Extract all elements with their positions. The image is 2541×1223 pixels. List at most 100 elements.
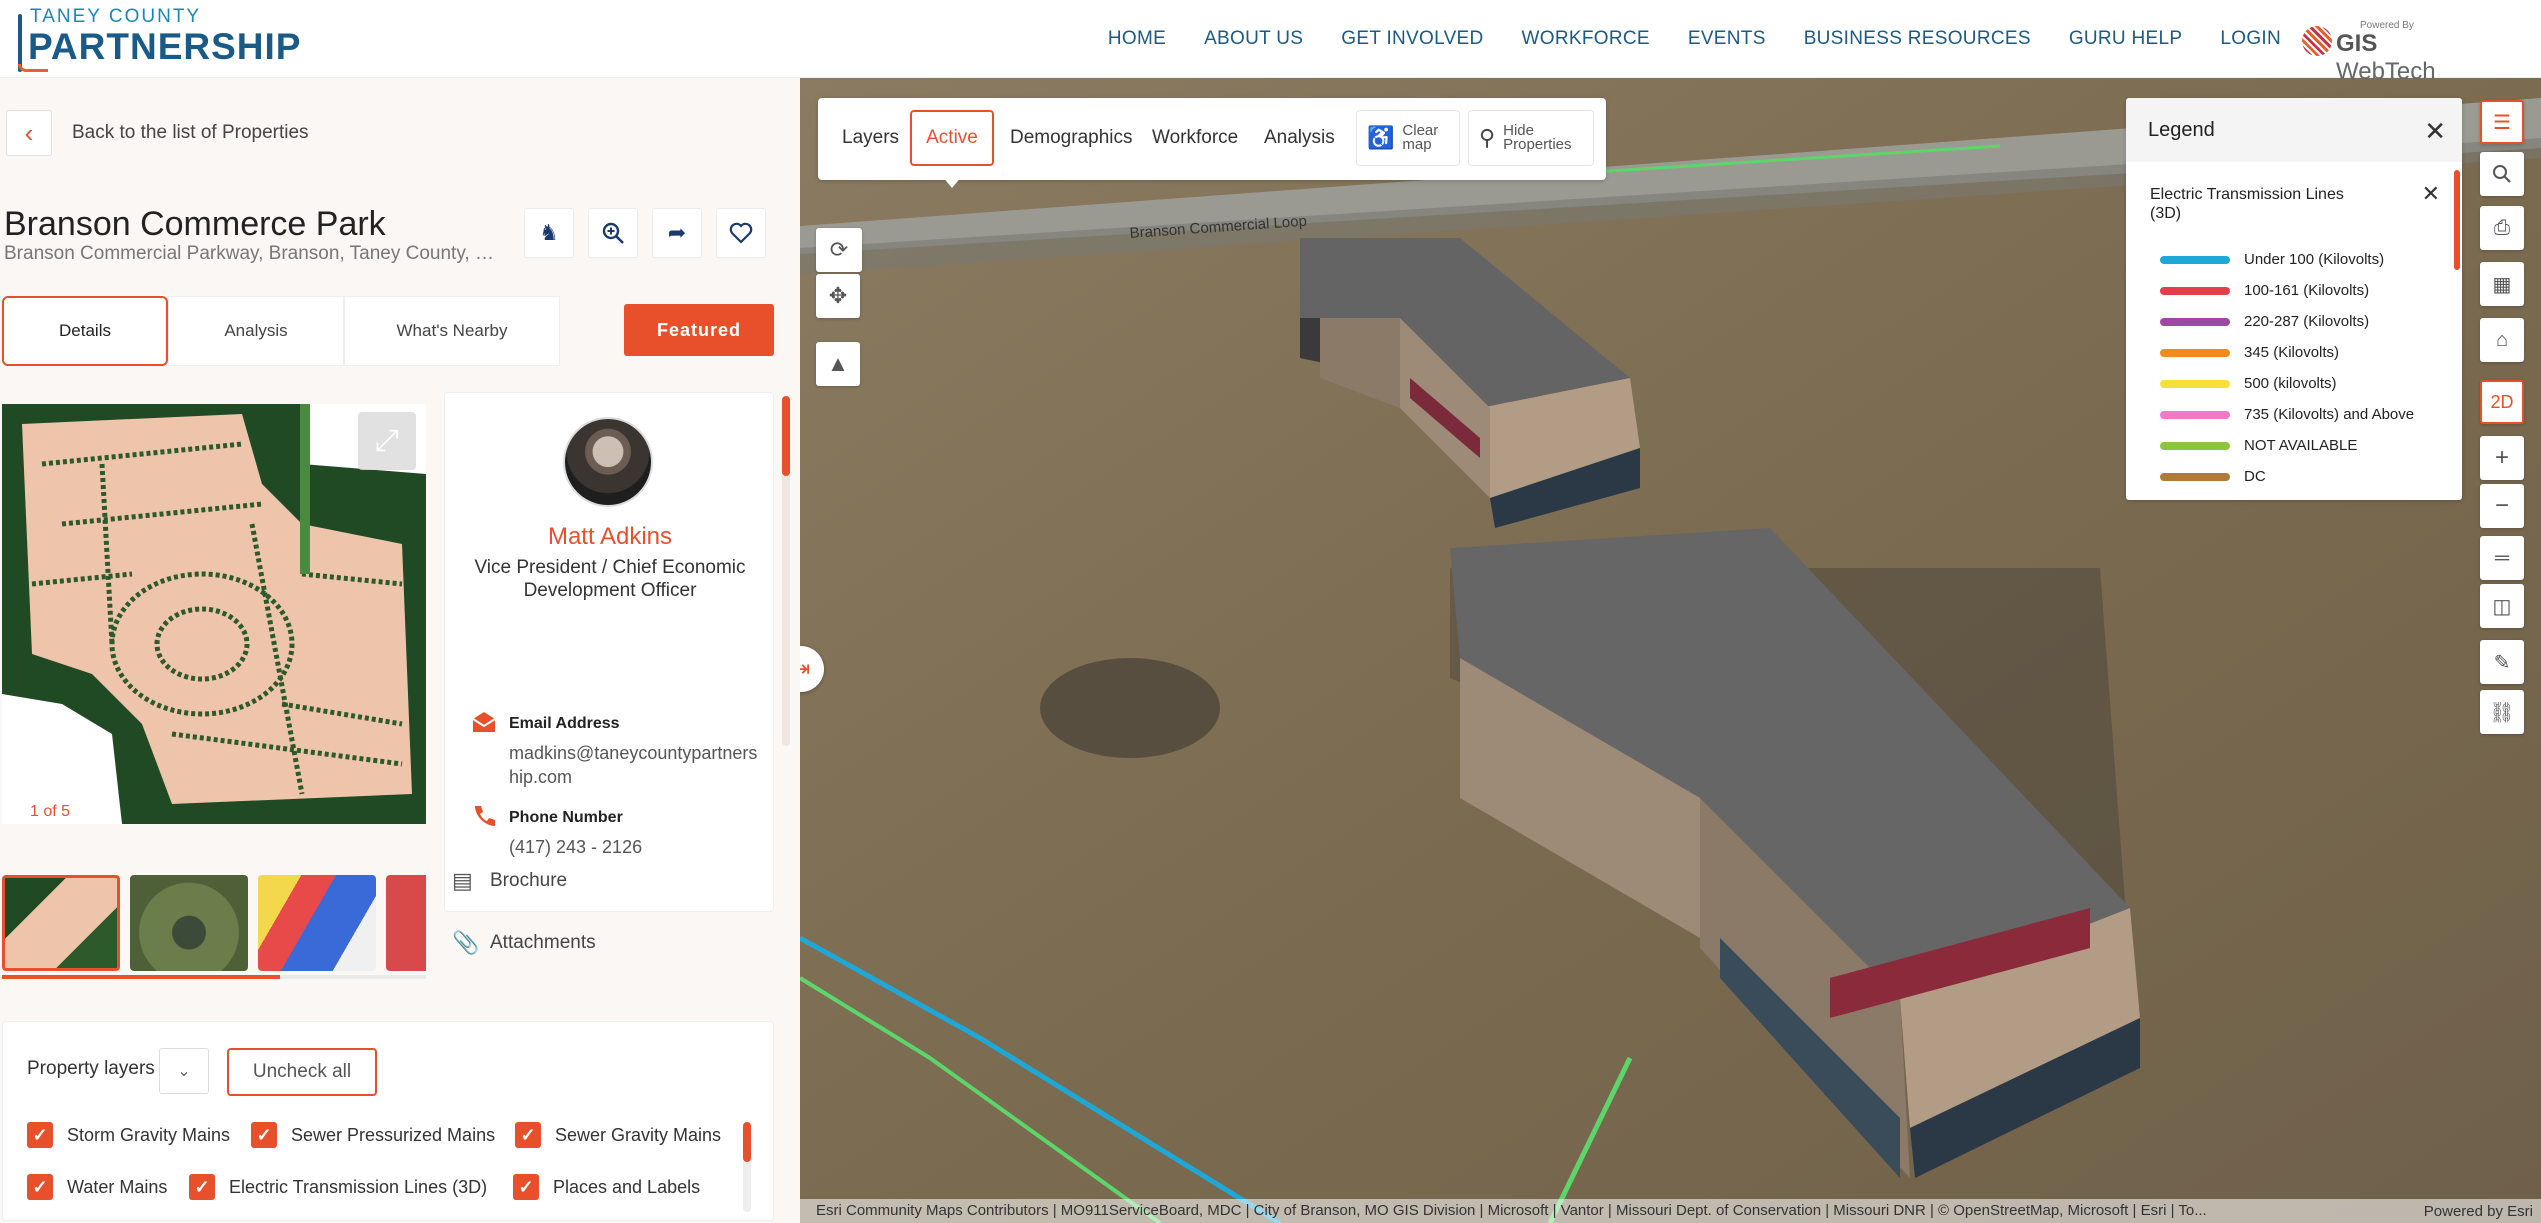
legend-swatch: [2160, 410, 2230, 419]
map-view[interactable]: Branson Commercial Loop Layers Active De…: [800, 78, 2541, 1223]
nav-business-resources[interactable]: BUSINESS RESOURCES: [1804, 28, 2031, 50]
nav-guru-help[interactable]: GURU HELP: [2069, 28, 2183, 50]
nav-get-involved[interactable]: GET INVOLVED: [1341, 28, 1483, 50]
map-tab-workforce[interactable]: Workforce: [1152, 110, 1238, 166]
legend-item: 735 (Kilovolts) and Above: [2160, 406, 2414, 423]
property-address: Branson Commercial Parkway, Branson, Tan…: [4, 243, 504, 264]
contact-scrollbar[interactable]: [782, 396, 790, 746]
legend-panel: Legend ✕ Electric Transmission Lines (3D…: [2126, 98, 2462, 500]
ruler-icon: ═: [2494, 546, 2510, 569]
hide-properties-button[interactable]: ⚲ Hide Properties: [1468, 110, 1594, 166]
arrows-horizontal-icon: ⇥: [800, 656, 811, 681]
paperclip-icon: 📎: [452, 930, 480, 955]
compass-tool[interactable]: ▲: [816, 342, 860, 386]
checkmark-icon: ✓: [189, 1174, 215, 1200]
map-pin-icon: ⚲: [1479, 125, 1496, 150]
map-tab-layers[interactable]: Layers: [842, 110, 899, 166]
nav-about-us[interactable]: ABOUT US: [1204, 28, 1303, 50]
legend-swatch: [2160, 472, 2230, 481]
thumbnail-4[interactable]: [386, 875, 426, 971]
home-button[interactable]: ⌂: [2480, 318, 2524, 362]
property-layers-label: Property layers: [27, 1058, 155, 1079]
pegman-icon: ♞: [539, 220, 559, 245]
brochure-link[interactable]: ▤ Brochure: [452, 868, 567, 894]
avatar: [563, 417, 653, 507]
map-attribution: Esri Community Maps Contributors | MO911…: [800, 1199, 2541, 1223]
directions-button[interactable]: ⛓: [2480, 690, 2524, 734]
attachments-link[interactable]: 📎 Attachments: [452, 930, 596, 956]
map-tab-analysis[interactable]: Analysis: [1264, 110, 1335, 166]
contact-name: Matt Adkins: [547, 523, 673, 550]
nav-home[interactable]: HOME: [1108, 28, 1166, 50]
basemap-button[interactable]: ◫: [2480, 584, 2524, 628]
layer-checkbox-sewer-gravity-mains[interactable]: ✓ Sewer Gravity Mains: [515, 1122, 721, 1148]
phone-label: Phone Number: [509, 809, 623, 826]
search-button[interactable]: [2480, 152, 2524, 196]
nav-workforce[interactable]: WORKFORCE: [1522, 28, 1650, 50]
taney-county-partnership-logo[interactable]: TANEY COUNTY PARTNERSHIP: [16, 4, 300, 74]
zoom-in-button[interactable]: +: [2480, 436, 2524, 480]
map-tab-demographics[interactable]: Demographics: [1010, 110, 1133, 166]
layer-checkbox-sewer-pressurized-mains[interactable]: ✓ Sewer Pressurized Mains: [251, 1122, 495, 1148]
tab-analysis[interactable]: Analysis: [168, 296, 344, 366]
expand-icon: ⤢: [375, 424, 399, 457]
phone-icon: [471, 803, 497, 829]
layer-checkbox-electric-transmission-lines[interactable]: ✓ Electric Transmission Lines (3D): [189, 1174, 487, 1200]
email-icon: [471, 709, 497, 735]
layer-checkbox-storm-gravity-mains[interactable]: ✓ Storm Gravity Mains: [27, 1122, 230, 1148]
map-tab-active[interactable]: Active: [910, 110, 994, 166]
email-value[interactable]: madkins@taneycountypartnership.com: [509, 741, 759, 789]
legend-layer-title: Electric Transmission Lines (3D): [2150, 186, 2344, 222]
expand-image-button[interactable]: ⤢: [358, 412, 416, 470]
thumbnail-1[interactable]: [2, 875, 120, 971]
toggle-2d-button[interactable]: 2D: [2480, 380, 2524, 424]
rotate-tool[interactable]: ⟳: [816, 228, 862, 272]
draw-button[interactable]: ✎: [2480, 640, 2524, 684]
tab-whats-nearby[interactable]: What's Nearby: [344, 296, 560, 366]
tab-details[interactable]: Details: [2, 296, 168, 366]
zoom-out-button[interactable]: −: [2480, 484, 2524, 528]
back-label[interactable]: Back to the list of Properties: [72, 122, 309, 144]
map-tab-bar: Layers Active Demographics Workforce Ana…: [818, 98, 1606, 180]
layers-scrollbar[interactable]: [743, 1122, 751, 1212]
zoom-to-button[interactable]: [588, 208, 638, 258]
legend-layer-close-icon[interactable]: ✕: [2422, 181, 2440, 207]
gis-webtech-text: GIS WebTech: [2336, 30, 2436, 85]
pan-tool[interactable]: ✥: [816, 274, 860, 318]
minus-icon: −: [2494, 492, 2509, 519]
nav-login[interactable]: LOGIN: [2220, 28, 2281, 50]
legend-swatch: [2160, 441, 2230, 450]
measure-button[interactable]: ═: [2480, 536, 2524, 580]
thumbnail-scrollbar[interactable]: [2, 975, 426, 979]
legend-scrollbar[interactable]: [2454, 170, 2460, 270]
phone-value[interactable]: (417) 243 - 2126: [509, 835, 759, 859]
property-layers-dropdown[interactable]: ⌄: [159, 1048, 209, 1094]
gis-webtech-logo[interactable]: Powered By GIS WebTech: [2300, 20, 2460, 85]
powered-by-esri[interactable]: Powered by Esri: [2424, 1203, 2533, 1220]
street-view-button[interactable]: ♞: [524, 208, 574, 258]
broom-icon: ♿: [1367, 125, 1395, 150]
layer-checkbox-water-mains[interactable]: ✓ Water Mains: [27, 1174, 167, 1200]
uncheck-all-button[interactable]: Uncheck all: [227, 1048, 377, 1096]
main-nav: HOME ABOUT US GET INVOLVED WORKFORCE EVE…: [1108, 0, 2281, 78]
printer-icon: ⎙: [2494, 216, 2510, 239]
favorite-button[interactable]: [716, 208, 766, 258]
layer-checkbox-places-and-labels[interactable]: ✓ Places and Labels: [513, 1174, 700, 1200]
back-row[interactable]: ‹ Back to the list of Properties: [6, 108, 309, 158]
legend-toggle-button[interactable]: ☰: [2480, 100, 2524, 144]
site-header: TANEY COUNTY PARTNERSHIP HOME ABOUT US G…: [0, 0, 2541, 85]
logo-line1: TANEY COUNTY: [30, 6, 202, 27]
qr-code-button[interactable]: ▦: [2480, 262, 2524, 306]
brochure-label: Brochure: [490, 870, 568, 891]
legend-close-icon[interactable]: ✕: [2424, 116, 2446, 147]
property-layers-panel: Property layers ⌄ Uncheck all ✓ Storm Gra…: [2, 1021, 774, 1221]
clear-map-button[interactable]: ♿ Clear map: [1356, 110, 1460, 166]
nav-events[interactable]: EVENTS: [1688, 28, 1766, 50]
back-button[interactable]: ‹: [6, 110, 52, 156]
thumbnail-2[interactable]: [130, 875, 248, 971]
share-button[interactable]: ➦: [652, 208, 702, 258]
thumbnail-3[interactable]: [258, 875, 376, 971]
list-icon: ☰: [2493, 111, 2511, 134]
print-button[interactable]: ⎙: [2480, 206, 2524, 250]
chevron-down-icon: ⌄: [177, 1063, 191, 1080]
